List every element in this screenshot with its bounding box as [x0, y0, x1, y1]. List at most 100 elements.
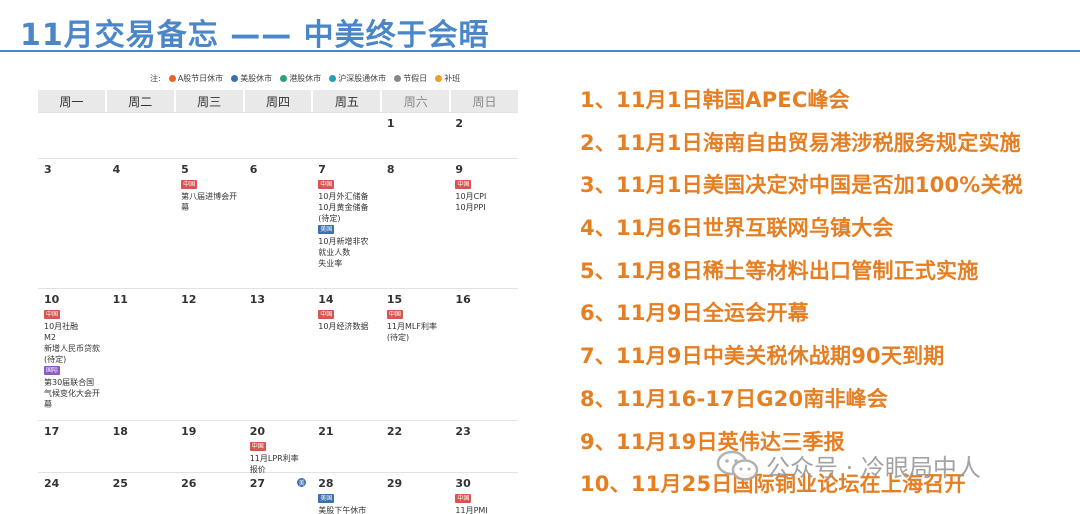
weekday-header: 周日: [451, 90, 518, 112]
calendar-event: 10月经济数据: [318, 322, 369, 331]
legend-dot-icon: [329, 74, 337, 82]
calendar-day-cell: 22: [381, 421, 450, 477]
calendar-event: 11月PMI: [455, 506, 488, 514]
calendar-week-row: 24 25 26 27 美 28 美国 美股下午休市 29 30 中国 11月PMI: [38, 472, 518, 514]
page-title: 11月交易备忘 —— 中美终于会晤: [20, 18, 490, 53]
calendar-event: 新增人民币贷款(待定): [44, 344, 100, 364]
legend-dot-icon: [168, 74, 176, 82]
calendar-event: 美股下午休市: [318, 506, 367, 514]
legend-label: 节假日: [403, 73, 428, 83]
legend-label: 沪深股通休市: [338, 73, 387, 83]
day-number: 26: [181, 477, 197, 490]
legend-item: 补班: [435, 73, 460, 84]
legend-dot-icon: [394, 74, 402, 82]
legend-label: 补班: [444, 73, 461, 83]
event-item: 4、11月6日世界互联网乌镇大会: [580, 216, 894, 241]
calendar-weekday-header: 周一 周二 周三 周四 周五 周六 周日: [38, 90, 518, 112]
calendar-week-row: 12: [38, 112, 518, 158]
calendar-event: 11月MLF利率(待定): [386, 322, 437, 342]
calendar-day-cell: 27 美: [244, 473, 313, 514]
calendar-day-cell: 21: [312, 421, 381, 477]
calendar-event: 10月PPI: [455, 203, 486, 212]
calendar-day-cell: 15 中国 11月MLF利率(待定): [381, 289, 450, 420]
calendar-day-cell: [107, 113, 176, 158]
calendar-day-cell: 17: [38, 421, 107, 477]
day-number: 24: [44, 477, 60, 490]
weekday-header: 周一: [38, 90, 105, 112]
legend-dot-icon: [280, 74, 288, 82]
day-number: 2: [455, 117, 464, 130]
weekday-header: 周五: [313, 90, 381, 112]
day-number: 9: [455, 163, 464, 176]
day-number: 10: [44, 293, 60, 306]
calendar-day-cell: 6: [244, 159, 313, 288]
legend-item: 港股休市: [280, 73, 321, 84]
calendar-day-cell: 24: [38, 473, 107, 514]
calendar-legend: 注: A股节日休市 美股休市 港股休市 沪深股通休市 节假日 补班: [150, 70, 460, 86]
day-number: 11: [112, 293, 128, 306]
day-number: 4: [112, 163, 121, 176]
day-number: 6: [249, 163, 258, 176]
region-tag: 中国: [181, 180, 198, 189]
region-tag: 中国: [455, 494, 472, 503]
calendar-day-cell: 7 中国 10月外汇储备 10月黄金储备(待定) 美国 10月新增非农就业人数 失业率: [312, 159, 381, 288]
calendar-day-cell: [175, 113, 244, 158]
calendar-day-cell: 12: [175, 289, 244, 420]
calendar-day-cell: 14 中国 10月经济数据: [312, 289, 381, 420]
calendar-day-cell: 1: [381, 113, 450, 158]
day-number: 3: [44, 163, 52, 176]
calendar-day-cell: [312, 113, 381, 158]
day-number: 21: [318, 425, 334, 438]
calendar-event: 第30届联合国气候变化大会开幕: [44, 378, 100, 409]
legend-item: 沪深股通休市: [329, 73, 386, 84]
day-number: 28: [318, 477, 334, 490]
calendar-event: 10月黄金储备(待定): [318, 203, 369, 223]
event-item: 6、11月9日全运会开幕: [580, 301, 809, 326]
weekday-header: 周三: [175, 90, 243, 112]
calendar-day-cell: 4: [107, 159, 176, 288]
region-tag: 国际: [44, 366, 61, 375]
day-number: 5: [181, 163, 189, 176]
calendar-event: 10月外汇储备: [318, 192, 369, 201]
day-number: 14: [318, 293, 334, 306]
calendar-grid: 1 2 3 4 5 中国 第八届进博会开幕 6 7 中国 10月外汇储备 10月黄金储备(待定) 美国 1…: [38, 112, 518, 514]
weekday-header: 周二: [106, 90, 174, 112]
calendar-event: 11月LPR利率报价: [249, 454, 299, 474]
day-number: 13: [249, 293, 266, 306]
day-number: 22: [386, 425, 403, 438]
day-number: 30: [455, 477, 471, 490]
calendar-day-cell: 2: [449, 113, 518, 158]
calendar-image: 注: A股节日休市 美股休市 港股休市 沪深股通休市 节假日 补班 周一 周二 周三 周四 周五 周六…: [38, 66, 530, 514]
calendar-day-cell: [38, 113, 107, 158]
legend-item: A股节日休市: [168, 73, 224, 84]
region-tag: 美国: [318, 225, 335, 234]
day-number: 16: [455, 293, 471, 306]
calendar-day-cell: 10 中国 10月社融 M2 新增人民币贷款(待定) 国际 第30届联合国气候变化大会开幕: [38, 289, 107, 420]
calendar-event: M2: [44, 333, 56, 342]
calendar-day-cell: 30 中国 11月PMI: [449, 473, 518, 514]
region-tag: 中国: [455, 180, 472, 189]
calendar-day-cell: 16: [449, 289, 518, 420]
calendar-day-cell: 26: [175, 473, 244, 514]
us-market-closed-icon: 美: [297, 478, 307, 487]
calendar-day-cell: 8: [381, 159, 450, 288]
event-item: 2、11月1日海南自由贸易港涉税服务规定实施: [580, 130, 1021, 155]
region-tag: 中国: [318, 180, 335, 189]
day-number: 29: [386, 477, 403, 490]
wechat-icon: [716, 450, 760, 482]
day-number: 17: [44, 425, 60, 438]
event-item: 8、11月16-17日G20南非峰会: [580, 386, 889, 411]
legend-item: 节假日: [394, 73, 427, 84]
legend-label: 注:: [150, 73, 161, 83]
region-tag: 中国: [318, 310, 335, 319]
day-number: 18: [112, 425, 128, 438]
calendar-event: 10月社融: [44, 322, 79, 331]
calendar-day-cell: 13: [244, 289, 313, 420]
calendar-day-cell: 9 中国 10月CPI 10月PPI: [449, 159, 518, 288]
day-number: 7: [318, 163, 326, 176]
weekday-header: 周六: [382, 90, 450, 112]
event-item: 3、11月1日美国决定对中国是否加100%关税: [580, 173, 1023, 198]
weekday-header: 周四: [244, 90, 312, 112]
legend-label: 港股休市: [289, 73, 322, 83]
legend-label: A股节日休市: [177, 73, 224, 83]
